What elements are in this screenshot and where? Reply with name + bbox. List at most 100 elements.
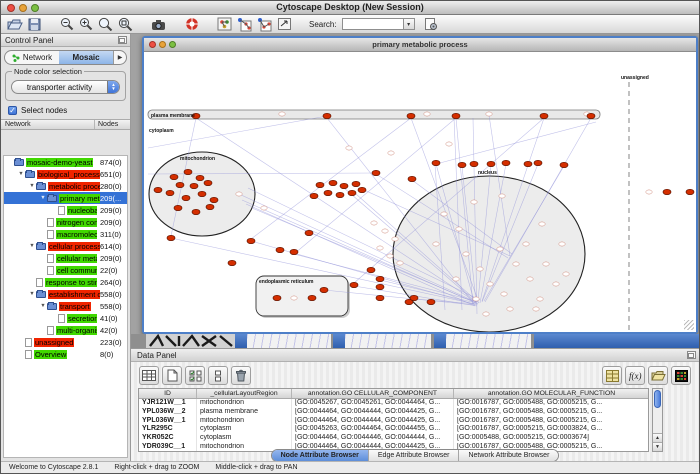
heatmap-icon[interactable] [671,366,691,385]
background-window-fragment[interactable] [446,334,531,348]
help-lifering-icon[interactable] [185,16,199,32]
node-color-dropdown[interactable]: transporter activity ▲▼ [11,80,120,94]
tree-item-node-count: 22(0) [100,266,128,275]
background-window-fragment[interactable] [247,334,331,348]
new-attribute-icon[interactable] [162,366,182,385]
tree-item[interactable]: multi-organism pro42(0) [4,324,127,336]
table-cell[interactable]: [GO:0016787, GO:0005488, GO:0005215, G..… [454,417,649,426]
table-cell[interactable]: [GO:0016787, GO:0005488, GO:0005215, G..… [454,399,649,408]
tree-item[interactable]: unassigned223(0) [4,336,127,348]
network-window-titlebar[interactable]: primary metabolic process [144,38,696,52]
tab-overflow-arrow[interactable]: ▶ [113,51,126,64]
column-header[interactable]: ID [139,389,197,398]
tree-item[interactable]: mosaic-demo-yeast874(0) [4,156,127,168]
attribute-table-header[interactable]: ID_cellularLayoutRegionannotation.GO CEL… [139,389,648,399]
search-input[interactable] [342,18,404,30]
table-cell[interactable]: [GO:0045263, GO:0044464, GO:0044455, G..… [292,425,454,434]
open-session-button[interactable] [7,16,23,32]
tree-item[interactable]: cellular metabo209(0) [4,252,127,264]
table-row[interactable]: YPL036W__1mitochondrion[GO:0044464, GO:0… [139,417,648,426]
tree-item[interactable]: cell communicat22(0) [4,264,127,276]
zoom-selected-icon[interactable] [98,16,113,32]
table-cell[interactable]: YPL036W__1 [139,417,197,426]
delete-attribute-trash-icon[interactable] [231,366,251,385]
background-window-fragment[interactable] [333,334,345,348]
search-options-icon[interactable] [424,16,438,32]
tree-column-header[interactable]: Network Nodes [1,119,130,130]
zoom-in-icon[interactable] [79,16,93,32]
tab-network-attribute-browser[interactable]: Network Attribute Browser [458,450,558,461]
tree-item[interactable]: response to stimul264(0) [4,276,127,288]
table-row[interactable]: YPL036W__2plasma membrane[GO:0044464, GO… [139,408,648,417]
table-cell[interactable]: YLR295C [139,425,197,434]
data-panel-float-icon[interactable] [687,351,696,359]
table-cell[interactable]: [GO:0016787, GO:0005488, GO:0005215, G..… [454,408,649,417]
open-attributes-folder-icon[interactable] [648,366,668,385]
table-cell[interactable]: plasma membrane [197,408,292,417]
layout-tool-icon-a[interactable] [237,16,252,32]
resize-grip[interactable] [684,320,694,330]
column-header[interactable]: _cellularLayoutRegion [197,389,292,398]
import-table-icon[interactable] [602,366,622,385]
column-header[interactable]: annotation.GO MOLECULAR_FUNCTION [454,389,649,398]
network-view-window[interactable]: primary metabolic process plasma membran… [142,36,698,334]
table-row[interactable]: YJR121W__1mitochondrion[GO:0045267, GO:0… [139,399,648,408]
table-cell[interactable]: YJR121W__1 [139,399,197,408]
table-cell[interactable]: [GO:0044464, GO:0044444, GO:0044425, G..… [292,408,454,417]
save-session-button[interactable] [28,16,42,32]
float-panel-icon[interactable] [118,36,127,44]
tree-item[interactable]: ▼cellular process614(0) [4,240,127,252]
table-row[interactable]: YLR295Ccytoplasm[GO:0045263, GO:0044464,… [139,425,648,434]
attribute-table-icon[interactable] [139,366,159,385]
scrollbar-thumb[interactable] [654,390,661,408]
background-window-fragment[interactable] [235,334,247,348]
tab-edge-attribute-browser[interactable]: Edge Attribute Browser [368,450,459,461]
zoom-out-icon[interactable] [60,16,74,32]
attribute-table[interactable]: ID_cellularLayoutRegionannotation.GO CEL… [138,388,649,452]
tree-item[interactable]: macromolecule311(0) [4,228,127,240]
search-dropdown-arrow[interactable]: ▾ [404,18,415,30]
background-window-fragment[interactable] [146,334,242,348]
tree-item[interactable]: nitrogen compo209(0) [4,216,127,228]
table-cell[interactable]: YKR052C [139,434,197,443]
tree-item[interactable]: ▼transport558(0) [4,300,127,312]
table-cell[interactable]: mitochondrion [197,417,292,426]
column-header[interactable]: annotation.GO CELLULAR_COMPONENT [292,389,454,398]
background-window-fragment[interactable] [534,334,699,348]
table-cell[interactable]: [GO:0045267, GO:0045261, GO:0044464, G..… [292,399,454,408]
table-cell[interactable]: cytoplasm [197,434,292,443]
vizmapper-icon[interactable] [217,16,232,32]
table-vertical-scrollbar[interactable]: ▲ ▼ [652,388,663,452]
table-cell[interactable]: [GO:0044464, GO:0044446, GO:0044444, G..… [292,434,454,443]
table-cell[interactable]: cytoplasm [197,425,292,434]
table-cell[interactable]: mitochondrion [197,399,292,408]
table-row[interactable]: YKR052Ccytoplasm[GO:0044464, GO:0044446,… [139,434,648,443]
formula-builder-icon[interactable]: f(x) [625,366,645,385]
select-nodes-checkbox[interactable]: ✓ [8,106,17,115]
tab-node-attribute-browser[interactable]: Node Attribute Browser [272,450,368,461]
tab-network[interactable]: Network [5,51,59,64]
layout-tool-icon-b[interactable] [257,16,272,32]
background-window-fragment[interactable] [434,334,446,348]
search-combobox[interactable]: ▾ [342,18,415,30]
select-attributes-icon[interactable] [185,366,205,385]
tree-item[interactable]: ▼metabolic process280(0) [4,180,127,192]
tree-item[interactable]: ▼biological_process651(0) [4,168,127,180]
scroll-up-arrow[interactable]: ▲ [653,433,662,442]
zoom-fit-icon[interactable] [118,16,133,32]
background-window-fragment[interactable] [345,334,431,348]
network-canvas[interactable]: plasma membranecytoplasmmitochondrionnuc… [144,52,696,332]
annotation-icon[interactable] [277,16,292,32]
unselect-attributes-icon[interactable] [208,366,228,385]
tree-item[interactable]: nucleobase-209(0) [4,204,127,216]
snapshot-camera-icon[interactable] [151,16,167,32]
table-cell[interactable]: [GO:0044464, GO:0044444, GO:0044425, G..… [292,417,454,426]
tree-item[interactable]: ▼establishment of lo558(0) [4,288,127,300]
tree-item[interactable]: secretion41(0) [4,312,127,324]
table-cell[interactable]: [GO:0005488, GO:0005215, GO:0003674] [454,434,649,443]
tree-item[interactable]: Overview8(0) [4,348,127,360]
tree-item[interactable]: ▼primary metabo209(... [4,192,127,204]
table-cell[interactable]: [GO:0016787, GO:0005215, GO:0003824, G..… [454,425,649,434]
table-cell[interactable]: YPL036W__2 [139,408,197,417]
tab-mosaic[interactable]: Mosaic [59,51,113,64]
